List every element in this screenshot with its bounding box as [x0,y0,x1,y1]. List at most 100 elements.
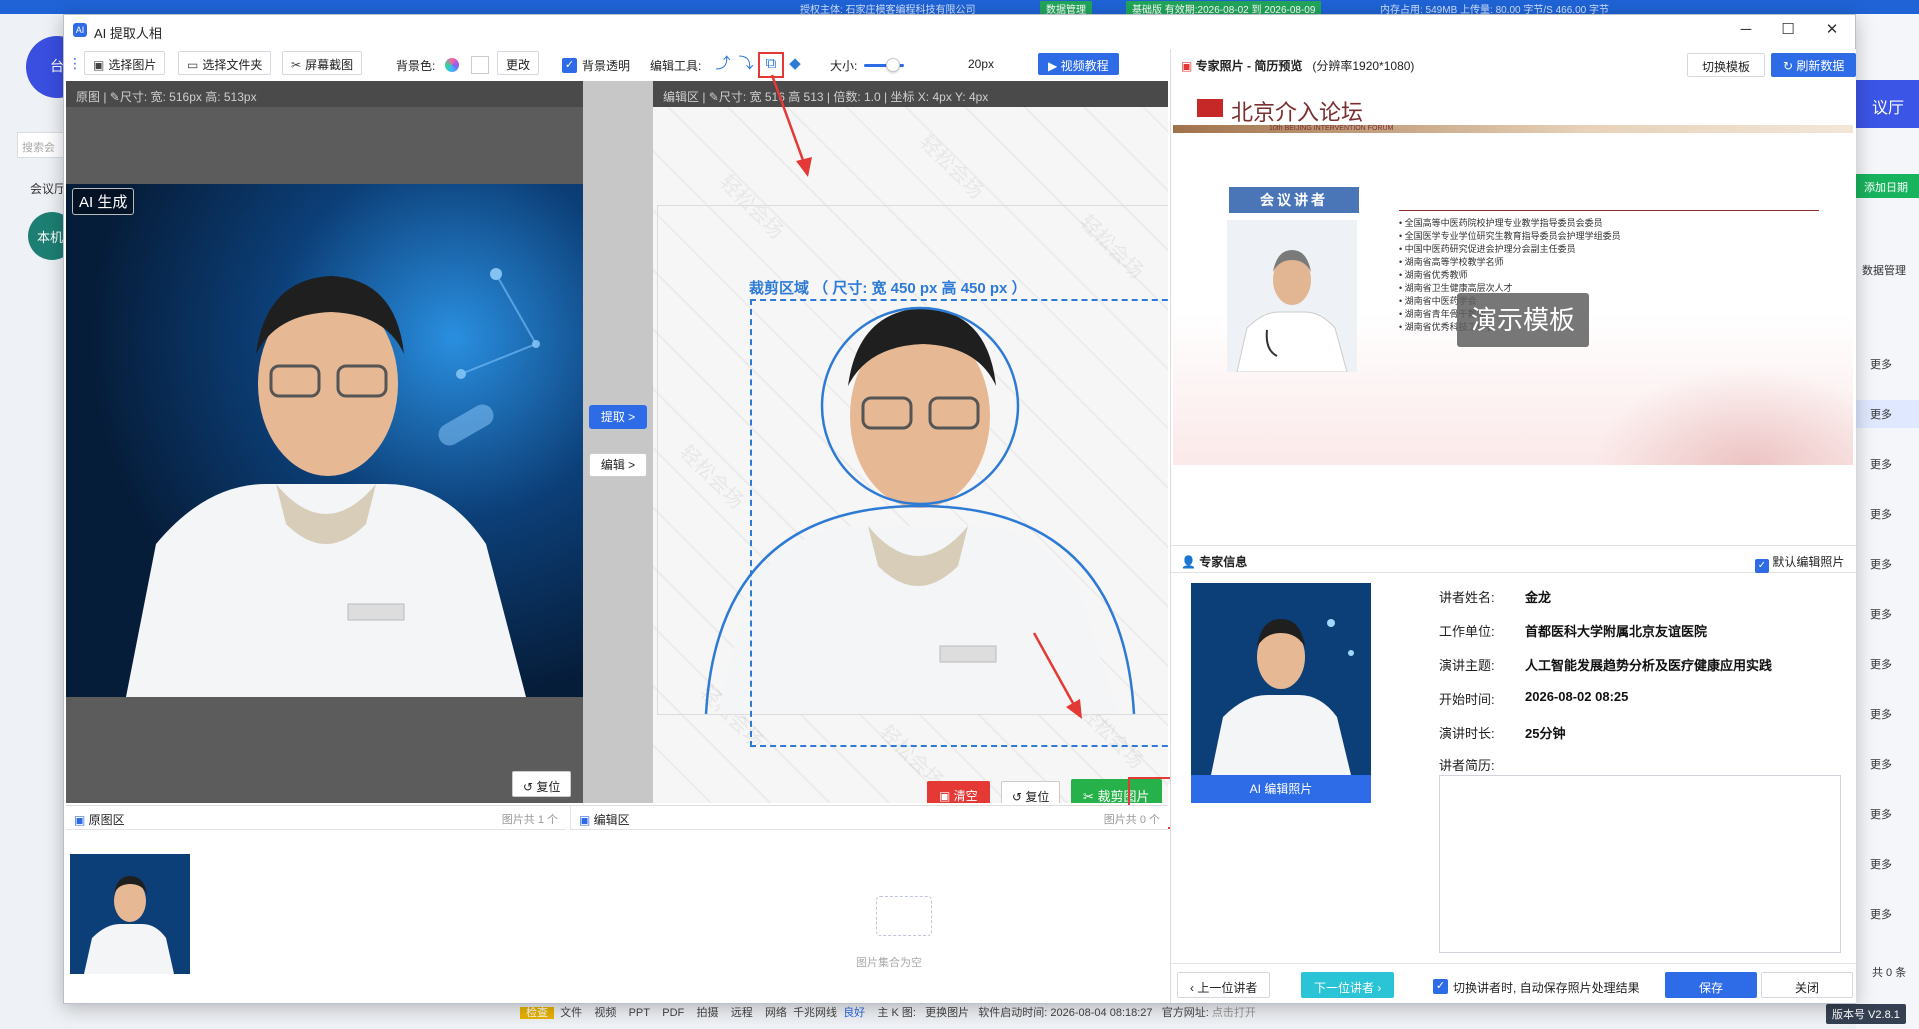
refresh-data-button[interactable]: ↻ 刷新数据 [1771,53,1857,77]
screenshot-button[interactable]: ✂ 屏幕截图 [282,51,363,75]
choose-folder-button[interactable]: ▭ 选择文件夹 [178,51,272,75]
image-icon: ▣ [579,813,594,827]
original-reset-button[interactable]: ↺ 复位 [512,771,572,797]
data-mgmt-link[interactable]: 数据管理 [1862,262,1906,278]
demo-template-tag: 演示模板 [1457,293,1589,347]
title-bar: AI AI 提取人相 ─ ☐ ✕ [64,15,1855,46]
extract-button[interactable]: 提取 > [589,405,647,429]
image-icon: ▣ [93,58,105,72]
switch-template-button[interactable]: 切换模板 [1687,53,1766,77]
prev-speaker-button[interactable]: ‹ 上一位讲者 [1177,972,1271,998]
auto-save-checkbox[interactable]: ✓ [1433,979,1448,994]
toolbar: ⋮ ▣ 选择图片 ▭ 选择文件夹 ✂ 屏幕截图 背景色: 更改 ✓ 背景透明 编辑工具… [64,49,1169,78]
more-link[interactable]: 更多 [1870,556,1892,572]
version-badge: 版本号 V2.8.1 [1826,1004,1906,1024]
original-count: 图片共 1 个 [501,814,558,826]
app-icon: AI [73,23,87,37]
rotate-right-icon[interactable]: ⤵ [737,55,755,73]
start-time-label: 开始时间: [1439,692,1495,707]
more-link[interactable]: 更多 [1870,656,1892,672]
chevron-right-icon: › [1374,981,1382,995]
status-bar: 检查 文件 视频 PPT PDF 拍摄 远程 网络 千兆网线 良好 主 K 图:… [520,1004,1256,1020]
change-color-button[interactable]: 更改 [497,51,540,75]
drag-handle-icon[interactable]: ⋮ [68,55,82,72]
checkbox-icon[interactable]: ✓ [1755,559,1769,573]
bg-transparent-label: 背景透明 [582,59,631,73]
scissors-icon: ✂ [1083,789,1098,803]
bg-color-label: 背景色: [396,59,436,73]
topic-value: 人工智能发展趋势分析及医疗健康应用实践 [1525,658,1773,673]
crop-area-title: 裁剪区域 （ 尺寸: 宽 450 px 高 450 px ） [749,280,1027,297]
duration-value: 25分钟 [1525,726,1566,741]
original-area-header: ▣ 原图区 图片共 1 个 [66,806,566,830]
more-link[interactable]: 更多 [1870,756,1892,772]
ai-generated-tag: AI 生成 [72,188,135,215]
original-photo: AI 生成 [66,184,583,697]
color-palette-icon[interactable] [445,58,459,72]
next-speaker-button[interactable]: 下一位讲者 › [1301,972,1395,998]
video-icon: ▶ [1048,59,1061,73]
more-link[interactable]: 更多 [1870,706,1892,722]
choose-image-button[interactable]: ▣ 选择图片 [84,51,166,75]
crop-box[interactable] [750,299,1168,747]
start-time-value: 2026-08-02 08:25 [1525,689,1629,704]
more-link[interactable]: 更多 [1870,606,1892,622]
bg-color-swatch[interactable] [471,56,489,74]
more-link[interactable]: 更多 [1870,806,1892,822]
more-link[interactable]: 更多 [1870,906,1892,922]
flag-icon [1197,99,1223,117]
eraser-icon[interactable]: ◆ [786,55,804,73]
original-thumbnail[interactable] [70,854,190,974]
work-unit-label: 工作单位: [1439,624,1495,639]
save-button[interactable]: 保存 [1665,972,1757,998]
edit-reset-button[interactable]: ↺ 复位 [1001,781,1061,803]
preview-resolution: (分辨率1920*1080) [1312,59,1415,73]
rotate-left-icon[interactable]: ⤴ [714,55,732,73]
expert-info-header: 👤 专家信息 ✓ 默认编辑照片 [1171,545,1856,573]
auto-save-label: 切换讲者时, 自动保存照片处理结果 [1453,981,1640,995]
close-window-button[interactable]: ✕ [1812,18,1852,42]
scissors-icon: ✂ [291,58,302,72]
more-link[interactable]: 更多 [1870,356,1892,372]
pdf-icon: ▣ [1181,59,1196,73]
original-panel: 原图 | ✎尺寸: 宽: 516px 高: 513px AI 生成 ↺ 复位 [66,81,583,803]
size-value: 20px [968,57,995,71]
expert-photo[interactable] [1191,583,1371,775]
size-label: 大小: [830,59,858,73]
more-link[interactable]: 更多 [1870,856,1892,872]
bg-transparent-checkbox[interactable]: ✓ [562,58,577,73]
slide-divider [1399,210,1819,211]
edit-tools-label: 编辑工具: [650,59,702,73]
minimize-button[interactable]: ─ [1726,18,1766,42]
ai-edit-photo-button[interactable]: AI 编辑照片 [1191,775,1371,803]
original-header: 原图 | ✎尺寸: 宽: 516px 高: 513px [66,81,583,107]
edit-button[interactable]: 编辑 > [589,453,647,477]
more-link[interactable]: 更多 [1870,456,1892,472]
resume-slide: 北京介入论坛 10th BEIJING INTERVENTION FORUM 会… [1173,85,1853,465]
ai-extract-window: AI AI 提取人相 ─ ☐ ✕ ⋮ ▣ 选择图片 ▭ 选择文件夹 ✂ 屏幕截图 背景… [63,14,1857,1004]
size-slider-knob[interactable] [886,58,900,72]
total-count: 共 0 条 [1872,967,1907,979]
bio-textarea[interactable] [1439,775,1841,953]
add-date-button[interactable]: 添加日期 [1856,174,1919,198]
watermark: 轻松会场 [915,131,988,204]
default-edit-photo-option[interactable]: ✓ 默认编辑照片 [1755,553,1844,573]
meeting-hall-tab[interactable]: 会议厅 [30,180,66,197]
window-title: AI 提取人相 [94,26,162,41]
more-link[interactable]: 更多 [1870,506,1892,522]
video-tutorial-button[interactable]: ▶ 视频教程 [1038,53,1119,75]
duration-label: 演讲时长: [1439,726,1495,741]
close-button[interactable]: 关闭 [1761,972,1853,998]
hall-button[interactable]: 议厅 [1856,80,1919,128]
clear-button[interactable]: ▣ 清空 [927,781,990,803]
empty-collection-icon [876,896,932,936]
slide-photo [1227,220,1357,372]
bio-label: 讲者简历: [1439,758,1495,773]
maximize-button[interactable]: ☐ [1768,18,1808,42]
slide-decoration [1593,365,1853,465]
edit-area-header: ▣ 编辑区 图片共 0 个 [570,806,1168,830]
edit-header: 编辑区 | ✎尺寸: 宽 516 高 513 | 倍数: 1.0 | 坐标 X:… [653,81,1168,107]
forum-subtitle: 10th BEIJING INTERVENTION FORUM [1269,125,1394,132]
reset-icon: ↺ [523,780,537,794]
more-link[interactable]: 更多 [1856,400,1919,428]
